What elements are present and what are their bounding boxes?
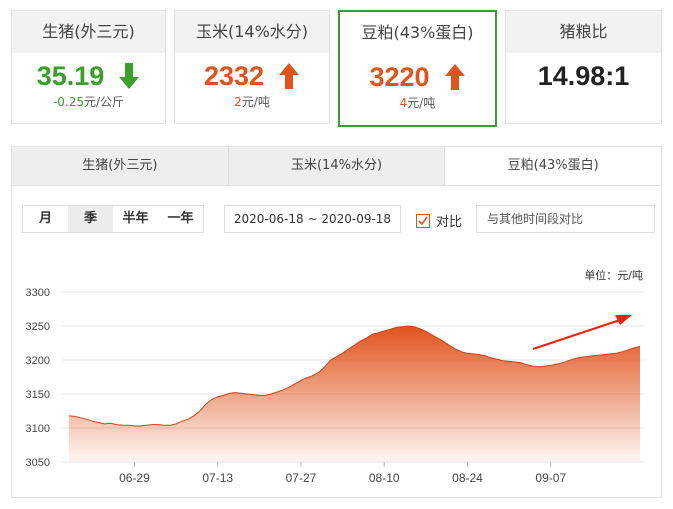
x-tick-label: 09-07 <box>535 471 566 485</box>
card-value: 3220 <box>369 61 430 92</box>
card-value: 2332 <box>203 60 265 91</box>
arrow-up-icon <box>279 63 300 89</box>
y-tick-label: 3250 <box>26 321 50 333</box>
y-tick-label: 3150 <box>26 389 50 401</box>
y-tick-label: 3050 <box>26 457 50 469</box>
card-change-unit: 元/吨 <box>241 95 270 109</box>
arrow-down-icon <box>119 63 140 89</box>
card-change-unit: 元/吨 <box>407 96 436 110</box>
price-chart: 3050 3100 3150 3200 3250 3300 06-29 07-13 07-27… <box>26 287 644 485</box>
y-tick-label: 3200 <box>26 355 50 367</box>
card-value: 35.19 <box>36 60 105 91</box>
card-value: 14.98:1 <box>537 60 630 91</box>
x-tick-label: 07-27 <box>286 471 317 485</box>
card-pig-grain-ratio[interactable]: 猪粮比 14.98:1 <box>505 10 662 124</box>
arrow-up-icon <box>444 64 465 90</box>
card-soymeal[interactable]: 豆粕(43%蛋白) 3220 4元/吨 <box>338 10 497 127</box>
card-title: 生猪(外三元) <box>12 11 165 53</box>
card-pig[interactable]: 生猪(外三元) 35.19 -0.25元/公斤 <box>11 10 166 124</box>
card-change-unit: 元/公斤 <box>84 95 125 109</box>
card-change-value: 2 <box>234 95 242 109</box>
x-tick-label: 06-29 <box>119 471 150 485</box>
x-tick-label: 07-13 <box>202 471 233 485</box>
card-title: 猪粮比 <box>506 11 661 53</box>
annotation-arrow <box>532 315 632 351</box>
card-corn[interactable]: 玉米(14%水分) 2332 2元/吨 <box>174 10 330 124</box>
card-change-value: -0.25 <box>52 95 84 109</box>
y-tick-label: 3300 <box>26 287 50 299</box>
card-title: 玉米(14%水分) <box>175 11 329 53</box>
chart-panel: 生猪(外三元) 玉米(14%水分) 豆粕(43%蛋白) 月 季 半年 一年 20… <box>11 146 662 498</box>
x-tick-label: 08-10 <box>369 471 400 485</box>
card-title: 豆粕(43%蛋白) <box>340 12 495 54</box>
x-tick-label: 08-24 <box>452 471 483 485</box>
y-tick-label: 3100 <box>26 423 50 435</box>
